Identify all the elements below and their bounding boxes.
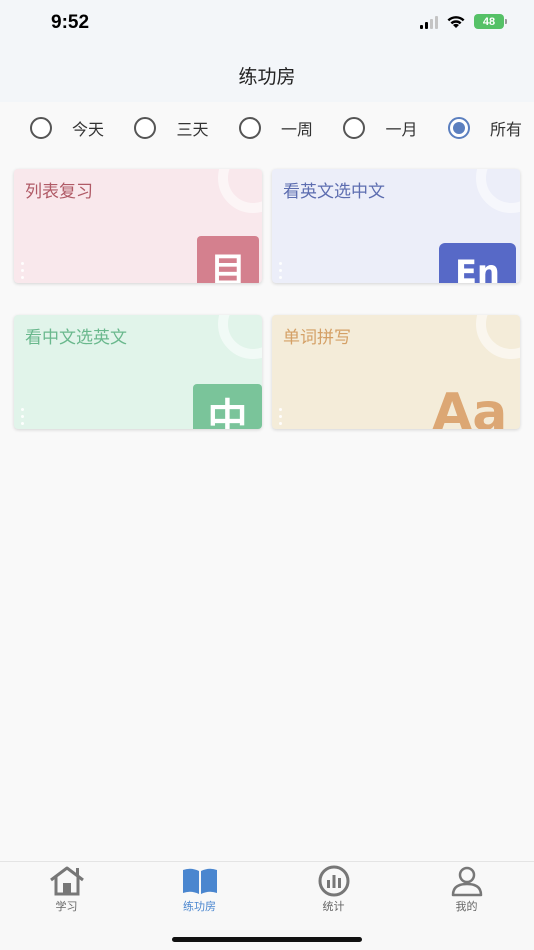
decor-ring bbox=[218, 169, 262, 213]
english-icon: En bbox=[439, 243, 516, 283]
tab-practice[interactable]: 练功房 bbox=[133, 862, 266, 918]
tab-stats[interactable]: 统计 bbox=[267, 862, 400, 918]
card-list-review[interactable]: 列表复习 目 bbox=[14, 169, 262, 283]
drag-handle-icon bbox=[21, 262, 25, 279]
tab-study[interactable]: 学习 bbox=[0, 862, 133, 918]
decor-ring bbox=[476, 169, 520, 213]
tab-label: 我的 bbox=[455, 900, 478, 913]
status-time: 9:52 bbox=[51, 12, 90, 33]
decor-ring bbox=[218, 315, 262, 359]
tab-label: 学习 bbox=[55, 900, 78, 913]
letters-icon: Aa bbox=[432, 383, 520, 429]
signal-icon bbox=[420, 15, 438, 29]
profile-icon bbox=[451, 866, 482, 897]
badge-glyph: Aa bbox=[432, 383, 508, 429]
home-indicator bbox=[172, 937, 362, 942]
list-doc-icon: 目 bbox=[197, 236, 259, 283]
drag-handle-icon bbox=[279, 262, 283, 279]
battery-level: 48 bbox=[482, 15, 496, 28]
radio-icon[interactable] bbox=[343, 117, 366, 139]
time-filter-group: 今天 三天 一周 一月 所有 bbox=[30, 116, 522, 140]
filter-today[interactable]: 今天 bbox=[30, 116, 104, 140]
radio-selected-icon[interactable] bbox=[447, 117, 470, 139]
drag-handle-icon bbox=[21, 408, 25, 425]
filter-label: 所有 bbox=[489, 120, 522, 139]
top-bar: 9:52 48 练功房 bbox=[0, 0, 534, 102]
card-spelling[interactable]: 单词拼写 Aa bbox=[272, 315, 520, 429]
badge-glyph: En bbox=[455, 253, 500, 283]
drag-handle-icon bbox=[279, 408, 283, 425]
tab-label: 练功房 bbox=[183, 900, 216, 913]
card-title: 看中文选英文 bbox=[25, 328, 127, 348]
filter-label: 三天 bbox=[176, 120, 209, 139]
radio-icon[interactable] bbox=[238, 117, 261, 139]
filter-label: 一月 bbox=[385, 120, 418, 139]
tab-label: 统计 bbox=[322, 900, 345, 913]
card-zh-to-en[interactable]: 看中文选英文 中 bbox=[14, 315, 262, 429]
filter-three-days[interactable]: 三天 bbox=[134, 116, 209, 140]
home-icon bbox=[49, 866, 84, 896]
card-en-to-zh[interactable]: 看英文选中文 En bbox=[272, 169, 520, 283]
filter-month[interactable]: 一月 bbox=[343, 116, 417, 140]
chinese-icon: 中 bbox=[193, 384, 262, 429]
card-title: 看英文选中文 bbox=[283, 182, 385, 202]
card-title: 列表复习 bbox=[25, 182, 93, 202]
battery-icon: 48 bbox=[474, 14, 507, 29]
page-title: 练功房 bbox=[238, 66, 296, 88]
radio-icon[interactable] bbox=[134, 117, 157, 139]
badge-glyph: 目 bbox=[209, 251, 246, 283]
radio-icon[interactable] bbox=[30, 117, 52, 139]
filter-week[interactable]: 一周 bbox=[238, 116, 313, 140]
badge-glyph: 中 bbox=[207, 396, 248, 429]
tab-profile[interactable]: 我的 bbox=[400, 862, 533, 918]
status-icons: 48 bbox=[420, 14, 507, 29]
card-title: 单词拼写 bbox=[283, 328, 351, 348]
filter-all[interactable]: 所有 bbox=[447, 116, 522, 140]
stats-icon bbox=[318, 865, 349, 897]
book-icon bbox=[182, 868, 217, 894]
filter-label: 今天 bbox=[72, 120, 105, 139]
filter-label: 一周 bbox=[280, 120, 313, 139]
wifi-icon bbox=[447, 15, 465, 28]
decor-ring bbox=[476, 315, 520, 359]
